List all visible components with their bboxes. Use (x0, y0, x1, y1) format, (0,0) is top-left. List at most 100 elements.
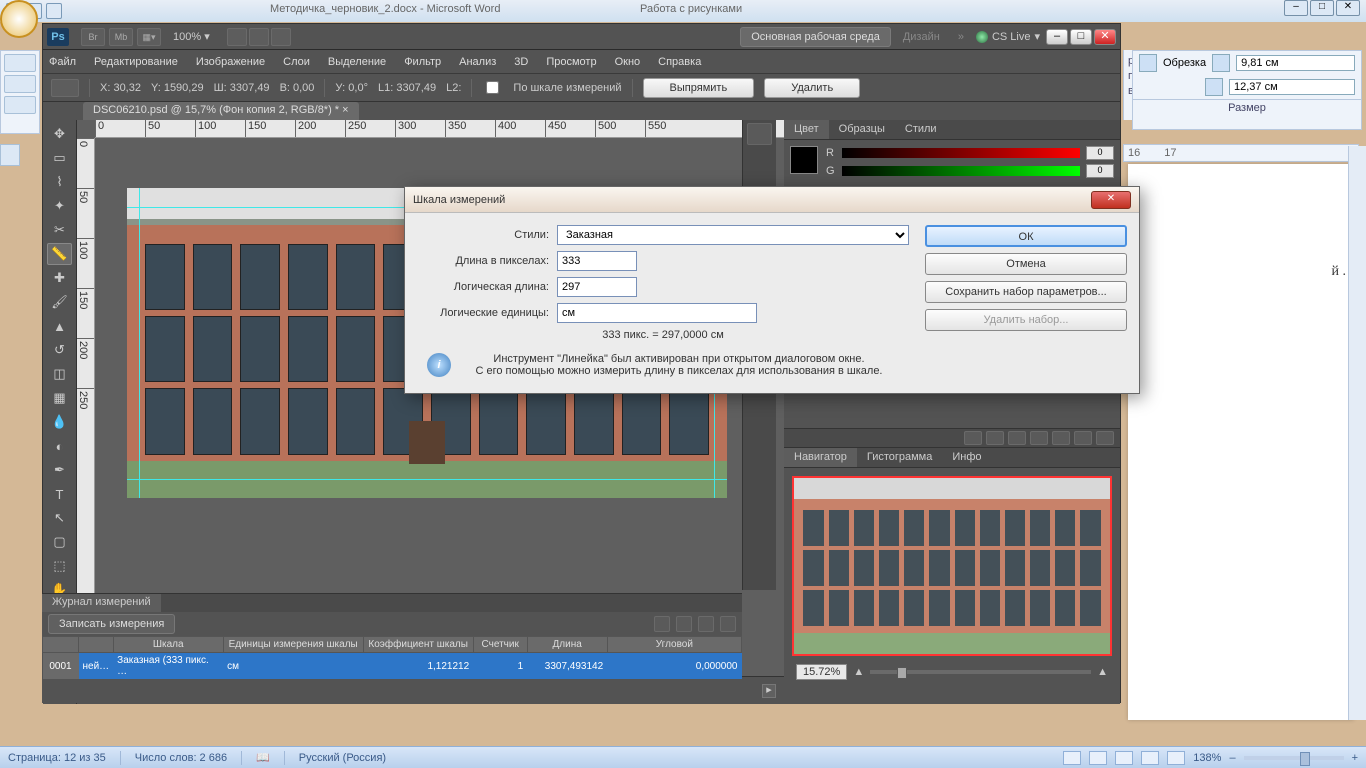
menu-analysis[interactable]: Анализ (459, 56, 496, 68)
zoom-in-button[interactable]: + (1352, 752, 1358, 764)
brightness-icon[interactable] (4, 54, 36, 72)
zoom-in-icon[interactable]: ▲ (1097, 666, 1108, 678)
width-field[interactable]: 12,37 см (1229, 79, 1355, 95)
path-tool-icon[interactable]: ↖ (47, 507, 72, 529)
link-icon[interactable] (964, 431, 982, 445)
log-table[interactable]: Шкала Единицы измерения шкалы Коэффициен… (42, 636, 742, 688)
tab-swatches[interactable]: Образцы (829, 120, 895, 139)
move-tool-icon[interactable]: ✥ (47, 123, 72, 145)
shape-tool-icon[interactable]: ▢ (47, 531, 72, 553)
ps-close[interactable]: ✕ (1094, 29, 1116, 45)
zoom-percent[interactable]: 138% (1193, 752, 1221, 764)
nav-zoom-slider[interactable] (870, 670, 1091, 674)
adj-icon[interactable] (1030, 431, 1048, 445)
menu-select[interactable]: Выделение (328, 56, 386, 68)
save-preset-button[interactable]: Сохранить набор параметров... (925, 281, 1127, 303)
foreground-swatch[interactable] (790, 146, 818, 174)
g-value[interactable]: 0 (1086, 164, 1114, 178)
tab-navigator[interactable]: Навигатор (784, 448, 857, 467)
menu-file[interactable]: Файл (49, 56, 76, 68)
qat-redo-icon[interactable] (46, 3, 62, 19)
menu-view[interactable]: Просмотр (546, 56, 596, 68)
workspace-design[interactable]: Дизайн (897, 28, 946, 46)
deselect-icon[interactable] (676, 616, 692, 632)
dialog-titlebar[interactable]: Шкала измерений ✕ (405, 187, 1139, 213)
fullscreen-view-icon[interactable] (1089, 751, 1107, 765)
gradient-tool-icon[interactable]: ▦ (47, 387, 72, 409)
ps-maximize[interactable]: □ (1070, 29, 1092, 45)
export-icon[interactable] (698, 616, 714, 632)
tab-styles[interactable]: Стили (895, 120, 947, 139)
recolor-icon[interactable] (4, 96, 36, 114)
ruler-horizontal[interactable]: 050100150200250300350400450500550 (95, 120, 784, 138)
trash-icon[interactable] (1096, 431, 1114, 445)
select-all-icon[interactable] (654, 616, 670, 632)
pen-tool-icon[interactable]: ✒ (47, 459, 72, 481)
arrange-docs-icon[interactable] (249, 28, 269, 46)
outline-view-icon[interactable] (1141, 751, 1159, 765)
menu-help[interactable]: Справка (658, 56, 701, 68)
height-field[interactable]: 9,81 см (1236, 55, 1355, 71)
delete-icon[interactable] (720, 616, 736, 632)
mask-icon[interactable] (1008, 431, 1026, 445)
navigator-thumb[interactable] (792, 476, 1112, 656)
wand-tool-icon[interactable]: ✦ (47, 195, 72, 217)
straighten-button[interactable]: Выпрямить (643, 78, 755, 98)
zoom-level[interactable]: 100% ▾ (173, 30, 210, 43)
new-layer-icon[interactable] (1074, 431, 1092, 445)
zoom-out-icon[interactable]: ▲ (853, 666, 864, 678)
cancel-button[interactable]: Отмена (925, 253, 1127, 275)
nav-zoom-value[interactable]: 15.72% (796, 664, 847, 680)
logical-units-input[interactable] (557, 303, 757, 323)
folder-icon[interactable] (1052, 431, 1070, 445)
print-layout-icon[interactable] (1063, 751, 1081, 765)
menu-layer[interactable]: Слои (283, 56, 310, 68)
menu-window[interactable]: Окно (615, 56, 641, 68)
dodge-tool-icon[interactable]: ◐ (47, 435, 72, 457)
spot-heal-icon[interactable]: ✚ (47, 267, 72, 289)
hand-icon[interactable] (227, 28, 247, 46)
cslive[interactable]: CS Live▾ (976, 30, 1040, 43)
maximize-button[interactable]: □ (1310, 0, 1334, 16)
screen-mode-icon[interactable] (271, 28, 291, 46)
language-indicator[interactable]: Русский (Россия) (299, 752, 386, 764)
close-button[interactable]: ✕ (1336, 0, 1360, 16)
tab-histogram[interactable]: Гистограмма (857, 448, 943, 467)
crop-icon[interactable] (1139, 54, 1157, 72)
workspace-more-icon[interactable]: » (952, 28, 970, 46)
ruler-tool-icon[interactable] (51, 79, 79, 97)
blur-tool-icon[interactable]: 💧 (47, 411, 72, 433)
draft-view-icon[interactable] (1167, 751, 1185, 765)
3d-tool-icon[interactable]: ⬚ (47, 555, 72, 577)
eraser-tool-icon[interactable]: ◫ (47, 363, 72, 385)
ps-minimize[interactable]: – (1046, 29, 1068, 45)
mb-icon[interactable] (747, 123, 772, 145)
menu-edit[interactable]: Редактирование (94, 56, 178, 68)
word-scrollbar[interactable] (1348, 146, 1366, 720)
workspace-active[interactable]: Основная рабочая среда (740, 27, 891, 47)
styles-select[interactable]: Заказная (557, 225, 909, 245)
history-brush-icon[interactable]: ↺ (47, 339, 72, 361)
crop-label[interactable]: Обрезка (1163, 57, 1206, 69)
g-slider[interactable] (842, 166, 1080, 176)
r-value[interactable]: 0 (1086, 146, 1114, 160)
type-tool-icon[interactable]: T (47, 483, 72, 505)
ok-button[interactable]: ОК (925, 225, 1127, 247)
menu-image[interactable]: Изображение (196, 56, 265, 68)
tab-color[interactable]: Цвет (784, 120, 829, 139)
page-indicator[interactable]: Страница: 12 из 35 (8, 752, 106, 764)
zoom-out-button[interactable]: – (1229, 752, 1235, 764)
tab-log[interactable]: Журнал измерений (42, 594, 161, 612)
logical-length-input[interactable] (557, 277, 637, 297)
office-button[interactable] (0, 0, 38, 38)
fx-icon[interactable] (986, 431, 1004, 445)
scale-checkbox[interactable] (486, 81, 499, 94)
dialog-close-button[interactable]: ✕ (1091, 191, 1131, 209)
marquee-tool-icon[interactable]: ▭ (47, 147, 72, 169)
zoom-slider[interactable] (1244, 756, 1344, 760)
record-button[interactable]: Записать измерения (48, 614, 175, 634)
word-ruler-toggle[interactable] (0, 144, 20, 166)
minimize-button[interactable]: – (1284, 0, 1308, 16)
contrast-icon[interactable] (4, 75, 36, 93)
scroll-right-icon[interactable]: ▸ (762, 684, 776, 698)
